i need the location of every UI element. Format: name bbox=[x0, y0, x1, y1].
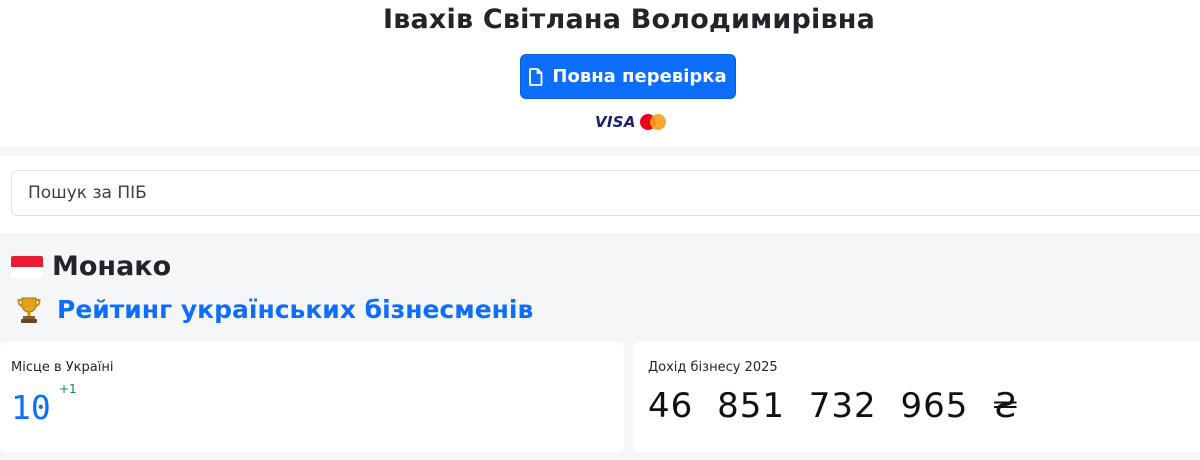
place-delta-badge: +1 bbox=[59, 382, 77, 396]
visa-logo: VISA bbox=[595, 113, 636, 131]
business-section: Монако Рейтинг українських бізнесменів М… bbox=[0, 233, 1200, 460]
separator bbox=[0, 146, 1200, 156]
place-label: Місце в Україні bbox=[11, 360, 114, 375]
person-name: Івахів Світлана Володимирівна bbox=[382, 4, 876, 35]
full-check-button[interactable]: Повна перевірка bbox=[520, 54, 736, 99]
mastercard-icon bbox=[639, 113, 668, 131]
income-value: 46 851 732 965 ₴ bbox=[648, 386, 1020, 426]
trophy-icon bbox=[17, 297, 41, 323]
income-label: Дохід бізнесу 2025 bbox=[648, 360, 778, 375]
full-check-label: Повна перевірка bbox=[552, 66, 727, 87]
payment-methods: VISA bbox=[595, 112, 668, 132]
search-input[interactable] bbox=[11, 170, 1200, 216]
rating-link[interactable]: Рейтинг українських бізнесменів bbox=[57, 295, 533, 324]
country-name: Монако bbox=[52, 251, 172, 282]
profile-header: Івахів Світлана Володимирівна Повна пере… bbox=[0, 0, 1200, 146]
place-card: Місце в Україні 10 +1 bbox=[0, 342, 624, 452]
search-section bbox=[0, 156, 1200, 230]
monaco-flag-icon bbox=[11, 256, 43, 278]
income-card: Дохід бізнесу 2025 46 851 732 965 ₴ bbox=[633, 342, 1200, 452]
place-value: 10 bbox=[11, 388, 51, 427]
document-icon bbox=[529, 67, 543, 86]
